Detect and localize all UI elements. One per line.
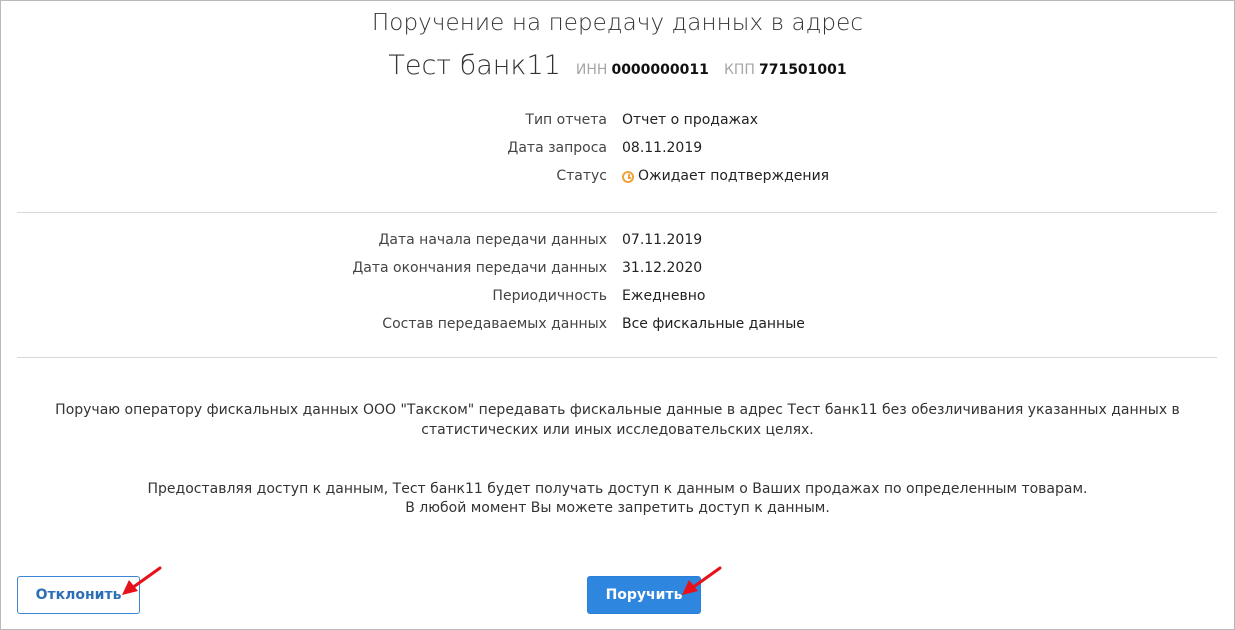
- inn-label: ИНН: [575, 62, 608, 78]
- organization-name: Тест банк11: [388, 50, 561, 81]
- info-label: Статус: [556, 168, 607, 184]
- kpp-label: КПП: [723, 62, 755, 78]
- annotation-arrow-icon: [682, 566, 722, 595]
- info-label: Тип отчета: [525, 112, 607, 128]
- status-text: Ожидает подтверждения: [638, 168, 830, 184]
- info-row-start-date: Дата начала передачи данных 07.11.2019: [0, 226, 1235, 254]
- info-label: Состав передаваемых данных: [382, 316, 607, 332]
- info-label: Дата запроса: [507, 140, 607, 156]
- info-value: 31.12.2020: [622, 260, 703, 276]
- divider: [17, 212, 1217, 213]
- info-row-request-date: Дата запроса 08.11.2019: [0, 134, 1235, 162]
- status-value: Ожидает подтверждения: [622, 162, 829, 190]
- divider: [17, 357, 1217, 358]
- info-row-status: Статус Ожидает подтверждения: [0, 162, 1235, 190]
- clock-icon: [622, 171, 634, 183]
- kpp-value: 771501001: [758, 62, 847, 78]
- access-text-line2: В любой момент Вы можете запретить досту…: [405, 500, 830, 516]
- organization-line: Тест банк11 ИНН 0000000011 КПП 771501001: [0, 50, 1235, 81]
- annotation-arrow-icon: [122, 566, 162, 595]
- info-label: Дата начала передачи данных: [378, 232, 607, 248]
- info-row-report-type: Тип отчета Отчет о продажах: [0, 106, 1235, 134]
- inn-value: 0000000011: [611, 62, 709, 78]
- info-value: 08.11.2019: [622, 140, 703, 156]
- info-value: Все фискальные данные: [622, 316, 805, 332]
- info-value: Ежедневно: [622, 288, 706, 304]
- info-value: Отчет о продажах: [622, 112, 759, 128]
- page-title: Поручение на передачу данных в адрес: [371, 10, 864, 36]
- access-text-line1: Предоставляя доступ к данным, Тест банк1…: [147, 481, 1088, 497]
- info-value: 07.11.2019: [622, 232, 703, 248]
- instruction-text: Поручаю оператору фискальных данных ООО …: [55, 402, 1180, 438]
- info-row-data-scope: Состав передаваемых данных Все фискальны…: [0, 310, 1235, 338]
- info-label: Периодичность: [492, 288, 607, 304]
- info-label: Дата окончания передачи данных: [352, 260, 607, 276]
- info-row-end-date: Дата окончания передачи данных 31.12.202…: [0, 254, 1235, 282]
- info-row-periodicity: Периодичность Ежедневно: [0, 282, 1235, 310]
